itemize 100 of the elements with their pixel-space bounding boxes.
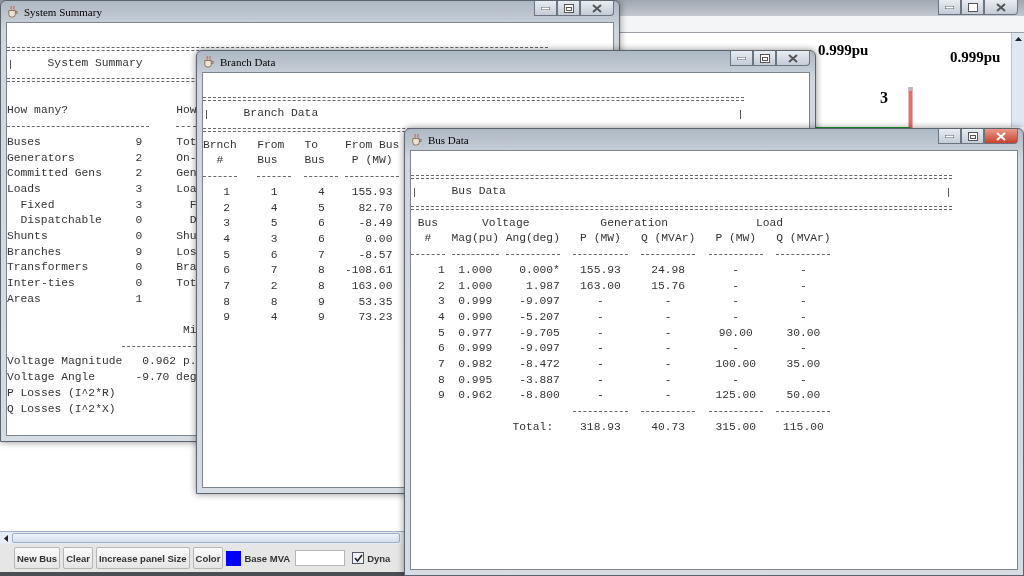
toolbar-button[interactable]: Increase panel Size	[95, 547, 190, 569]
row-label: Fixed	[20, 197, 56, 213]
cup-icon	[410, 133, 423, 146]
column-header: Q (MVAr)	[641, 231, 696, 247]
column-header: #	[424, 231, 432, 247]
bus-number: 3	[880, 90, 888, 106]
row-label: On-	[176, 150, 197, 166]
table-cell-text: -	[664, 325, 672, 341]
table-cell: 9	[318, 310, 325, 326]
table-cell-text: 2	[438, 278, 445, 294]
row-value: 3	[135, 197, 143, 213]
table-cell-text: 1	[438, 262, 445, 278]
table-cell-text: -	[800, 309, 807, 325]
minimize-button[interactable]	[534, 1, 557, 16]
vertical-scrollbar[interactable]	[1011, 33, 1024, 127]
row-label: F	[189, 197, 197, 213]
column-group-header: Load	[756, 215, 784, 231]
close-button[interactable]	[984, 129, 1018, 144]
restore-icon	[563, 3, 574, 13]
table-cell-text: -8.472	[519, 356, 560, 372]
column-header: P (MW)	[580, 231, 621, 247]
row-value: 0	[135, 260, 143, 276]
table-cell-text: -	[800, 262, 807, 278]
minimize-icon	[737, 56, 746, 60]
table-cell-text: 1.000	[458, 262, 493, 278]
row-label: Voltage Magnitude	[7, 354, 124, 370]
row-label: Shu	[176, 228, 197, 244]
row-value: 0	[135, 276, 143, 291]
table-cell: 9	[438, 388, 445, 404]
table-cell-text: 53.35	[358, 294, 393, 310]
column-header: Bus	[417, 215, 439, 231]
minimize-button[interactable]	[730, 51, 753, 66]
base-mva-field[interactable]	[295, 550, 346, 566]
table-cell-text: 1	[270, 184, 278, 200]
toolbar-button[interactable]: Clear	[63, 547, 93, 569]
table-cell-text: -	[597, 356, 604, 372]
maximize-button[interactable]	[961, 129, 984, 144]
table-cell-text: -8.57	[358, 247, 393, 263]
table-cell: 50.00	[786, 388, 821, 404]
checkmark-icon	[353, 554, 363, 562]
table-cell: -8.49	[358, 216, 393, 232]
table-cell-text: 90.00	[718, 325, 753, 341]
toolbar-button[interactable]: New Bus	[14, 547, 61, 569]
maximize-button[interactable]	[557, 1, 580, 16]
row-value: 3	[135, 181, 143, 197]
scroll-thumb[interactable]	[12, 533, 400, 543]
row-value: 0	[135, 228, 143, 244]
table-cell-text: 1.987	[525, 278, 560, 294]
minimize-icon	[541, 6, 550, 10]
window-title: System Summary	[24, 5, 102, 18]
minimize-button[interactable]	[938, 129, 961, 144]
bus-bar	[908, 87, 913, 131]
close-button[interactable]	[580, 1, 614, 16]
table-cell: -	[732, 294, 740, 310]
color-swatch[interactable]	[226, 550, 242, 566]
restore-icon	[967, 2, 978, 12]
table-cell: 125.00	[715, 388, 757, 404]
table-cell-text: 318.93	[580, 419, 621, 435]
table-cell-text: 163.00	[580, 278, 621, 294]
table-cell: -	[664, 294, 672, 310]
base-mva-label: Base MVA	[244, 552, 291, 564]
table-cell: 9	[223, 310, 231, 326]
table-cell: 8	[318, 263, 325, 279]
maximize-button[interactable]	[961, 0, 984, 15]
table-cell-text: 115.00	[783, 419, 824, 435]
maximize-button[interactable]	[753, 51, 776, 66]
table-cell-text: -	[664, 309, 672, 325]
table-cell: 3	[223, 216, 231, 232]
table-cell-text: 0.000*	[519, 262, 560, 278]
table-cell: 3	[438, 294, 445, 310]
checkbox[interactable]	[352, 552, 365, 564]
row-label: Gen	[176, 166, 197, 182]
table-cell: 5	[270, 216, 278, 232]
table-cell-text: 4	[270, 200, 278, 216]
close-icon	[592, 3, 602, 13]
table-cell-text: 6	[270, 247, 278, 263]
table-cell-text: 163.00	[351, 278, 393, 294]
table-cell-text: -9.705	[519, 325, 560, 341]
minimize-button[interactable]	[938, 0, 961, 15]
report-heading: Bus Data	[451, 184, 507, 200]
section-heading: Mi	[182, 323, 197, 339]
table-cell-text: 8	[223, 294, 231, 310]
close-button[interactable]	[984, 0, 1018, 15]
table-cell-text: 155.93	[351, 184, 393, 200]
horizontal-scrollbar[interactable]	[0, 531, 404, 544]
table-cell-text: 0.990	[458, 309, 493, 325]
column-header: To	[304, 137, 320, 153]
table-cell: 6	[318, 216, 325, 232]
table-cell-text: 24.98	[651, 262, 686, 278]
table-cell-text: -5.207	[519, 309, 560, 325]
close-button[interactable]	[776, 51, 810, 66]
left-arrow-icon	[4, 534, 8, 542]
row-value: 0	[135, 213, 143, 229]
row-label: Areas	[7, 291, 42, 307]
toolbar-button[interactable]: Color	[192, 547, 224, 569]
table-cell: -	[597, 294, 604, 310]
row-label: Q Losses (I^2*X)	[7, 401, 117, 417]
table-cell-text: 0.982	[458, 356, 493, 372]
table-cell-text: 40.73	[651, 419, 686, 435]
table-cell-text: 5	[318, 200, 325, 216]
